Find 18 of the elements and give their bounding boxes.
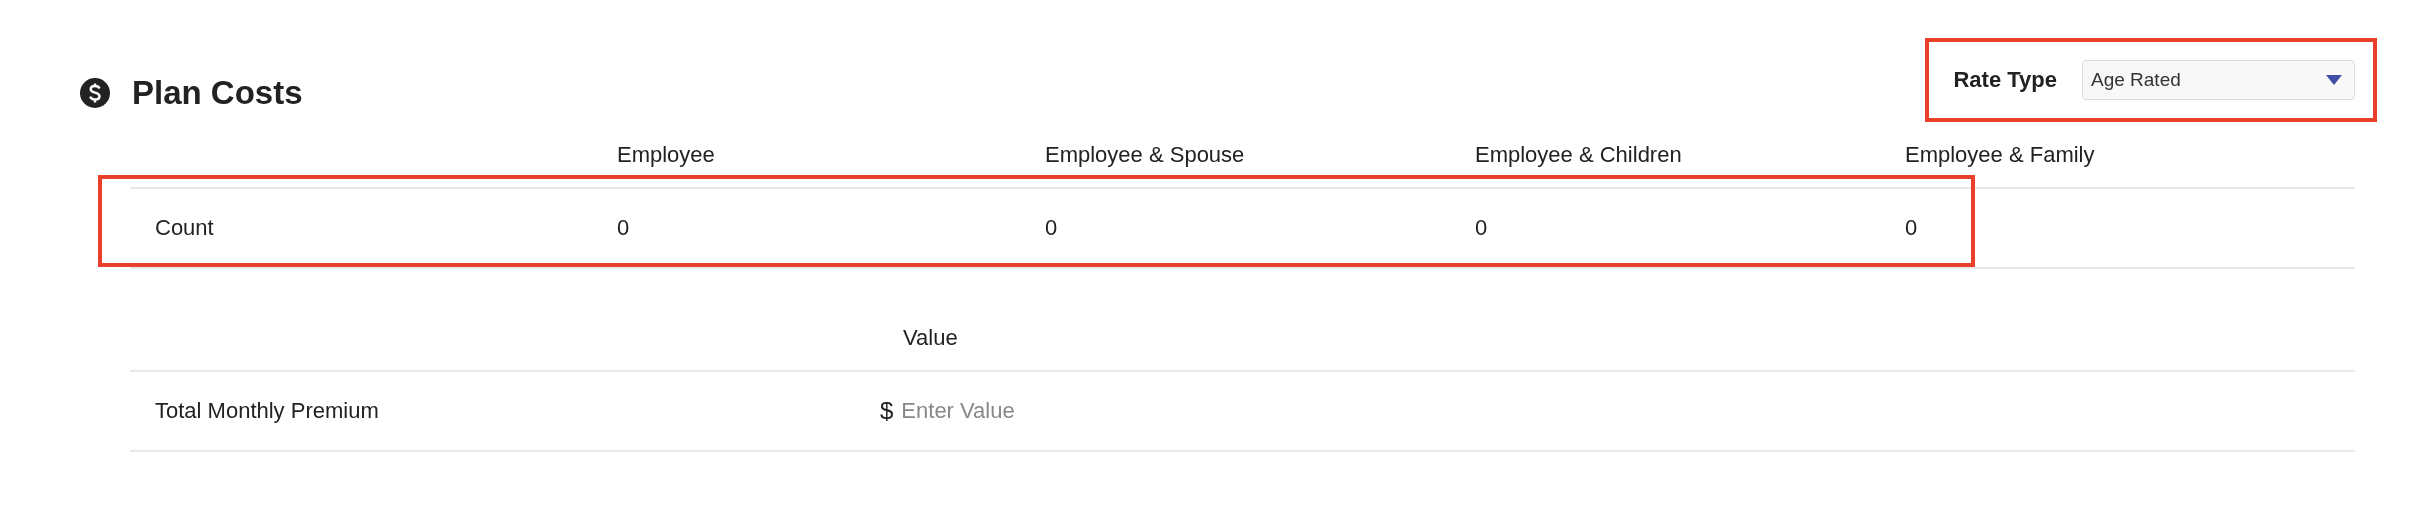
column-header: Employee & Children [1475,141,1683,168]
currency-symbol: $ [880,397,894,425]
input-field[interactable]: Enter Value [901,398,1202,424]
section-title: Plan Costs [132,74,303,112]
rate-type-label: Rate Type [1953,67,2057,93]
row-label: Total Monthly Premium [154,398,380,424]
column-header: Employee & Spouse [1045,141,1246,168]
table-cell-text: 0 [1045,215,1059,241]
table-cell-text: 0 [617,215,631,241]
row-label: Count [154,215,215,241]
column-header: Employee [617,141,716,168]
table-cell-text: 0 [1905,215,1919,241]
table-cell-text: 0 [1475,215,1489,241]
column-header: Value [902,324,959,351]
caret-icon [2326,75,2342,85]
rate-type-dropdown[interactable]: Age Rated [2082,60,2355,100]
column-header: Employee & Family [1905,141,2096,168]
dollar-icon [80,78,110,108]
